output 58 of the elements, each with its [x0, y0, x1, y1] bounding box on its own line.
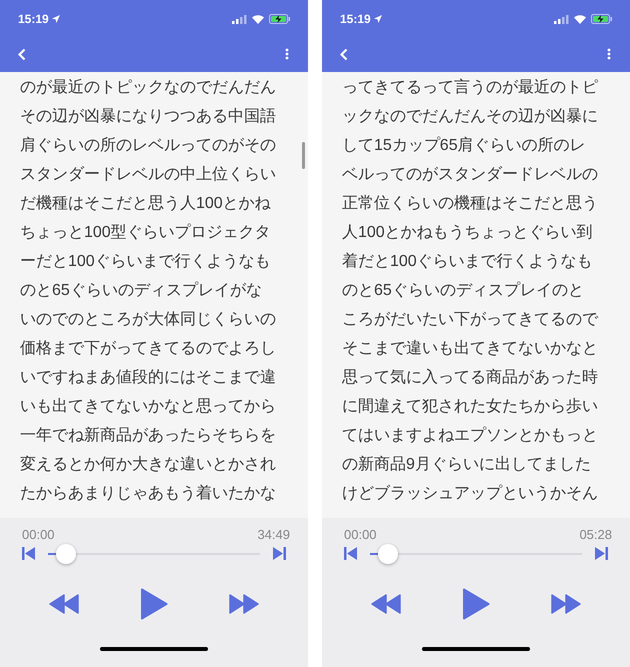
elapsed-time: 00:00 [22, 526, 55, 544]
battery-charging-icon [591, 14, 612, 24]
location-arrow-icon [52, 15, 60, 23]
text-line: の新商品9月ぐらいに出してました [342, 454, 591, 475]
text-line: 着だと100ぐらいまで行くようなも [342, 252, 593, 272]
progress-slider[interactable] [370, 542, 582, 564]
text-line: だ機種はそこだと思う人100とかね [20, 194, 271, 214]
text-line: そこまで違いも出てきてないかなと [342, 338, 598, 359]
more-options-button[interactable] [284, 47, 290, 61]
text-line: いも出てきてないかなと思ってから [20, 396, 276, 417]
text-line: 価格まで下がってきてるのでよろし [20, 339, 276, 359]
text-line: 変えるとか何か大きな違いとかされ [20, 454, 276, 475]
text-line: ーだと100ぐらいまで行くようなも [20, 252, 271, 272]
wifi-icon [252, 14, 264, 24]
play-button[interactable] [140, 588, 168, 620]
signal-icon [554, 14, 569, 24]
play-button[interactable] [462, 588, 490, 620]
text-line: けどブラッシュアップというかそん [342, 484, 598, 504]
location-arrow-icon [374, 15, 382, 23]
skip-forward-button[interactable] [594, 546, 608, 560]
text-line: 肩ぐらいの所のレベルってのがその [20, 136, 276, 156]
text-line: 人100とかねもうちょっとぐらい到 [342, 223, 593, 243]
text-line: ベルってのがスタンダードレベルの [342, 165, 598, 185]
status-time: 15:19 [340, 11, 371, 28]
text-line: のが最近のトピックなのでだんだん [20, 78, 276, 98]
skip-back-button[interactable] [22, 546, 36, 560]
text-line: いですねまあ値段的にはそこまで違 [20, 368, 276, 388]
text-line: 思って気に入ってる商品があった時 [342, 368, 598, 388]
elapsed-time: 00:00 [344, 526, 377, 544]
battery-charging-icon [269, 14, 290, 24]
wifi-icon [574, 14, 586, 24]
text-line: のと65ぐらいのディスプレイのと [342, 280, 584, 301]
fast-forward-button[interactable] [551, 594, 581, 614]
text-line: いのでのところが大体同じくらいの [20, 310, 276, 330]
progress-slider[interactable] [48, 542, 260, 564]
text-line: 一年でね新商品があったらそちらを [20, 426, 276, 446]
skip-back-button[interactable] [344, 546, 358, 560]
text-line: のと65ぐらいのディスプレイがな [20, 280, 262, 301]
text-line: ころがだいたい下がってきてるので [342, 310, 598, 330]
text-line: たからあまりじゃあもう着いたかな [20, 484, 276, 504]
duration-time: 05:28 [579, 526, 612, 544]
text-line: 正常位くらいの機種はそこだと思う [342, 194, 598, 214]
text-line: に間違えて犯された女たちから歩い [342, 396, 598, 417]
text-line: その辺が凶暴になりつつある中国語 [20, 106, 276, 127]
rewind-button[interactable] [49, 594, 79, 614]
skip-forward-button[interactable] [272, 546, 286, 560]
duration-time: 34:49 [257, 526, 290, 544]
text-line: ちょっと100型ぐらいプロジェクタ [20, 222, 271, 243]
fast-forward-button[interactable] [229, 594, 259, 614]
text-line: てはいますよねエプソンとかもっと [342, 426, 598, 446]
text-line: ってきてるって言うのが最近のトピ [342, 78, 598, 98]
more-options-button[interactable] [606, 47, 612, 61]
status-time: 15:19 [18, 11, 49, 28]
text-line: ックなのでだんだんその辺が凶暴に [342, 107, 598, 127]
text-line: スタンダードレベルの中上位くらい [20, 164, 276, 185]
text-line: して15カップ65肩ぐらいの所のレ [342, 136, 586, 156]
rewind-button[interactable] [371, 594, 401, 614]
signal-icon [232, 14, 247, 24]
